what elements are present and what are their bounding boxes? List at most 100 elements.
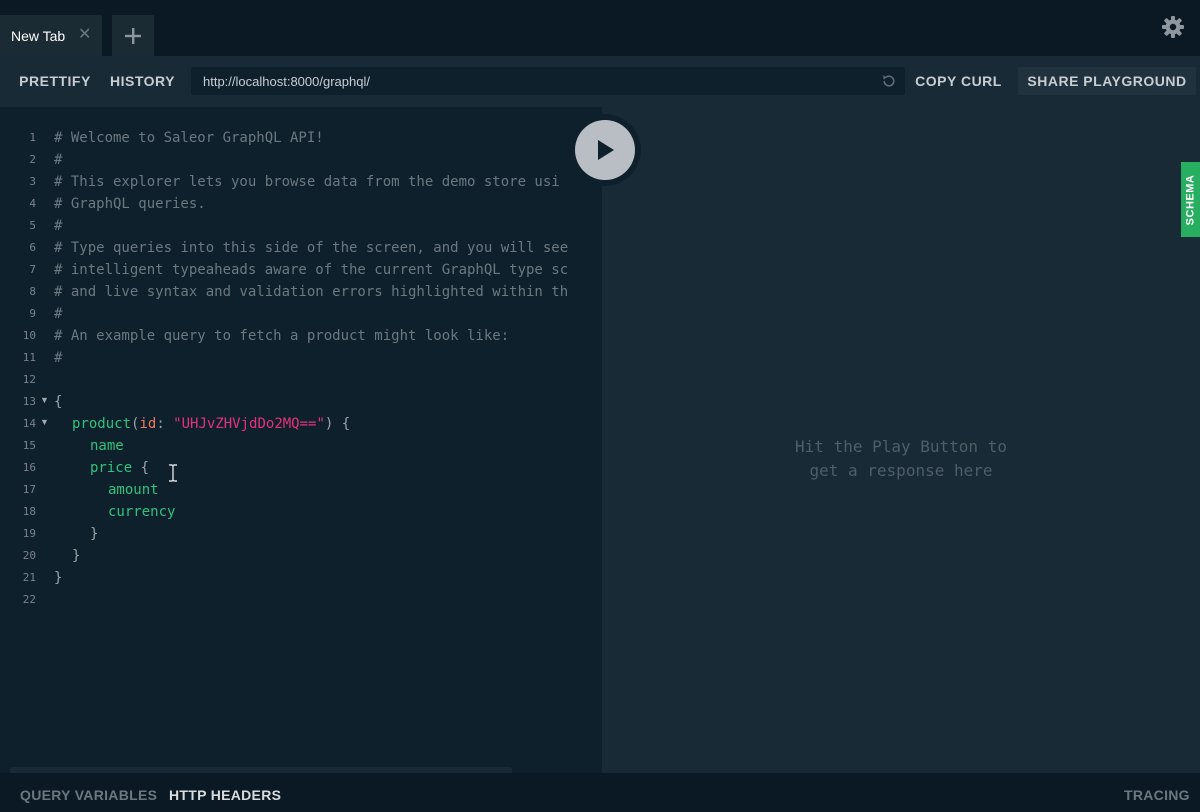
editor-line: 13 ▼ { (0, 391, 602, 413)
argument-name: id (139, 416, 157, 432)
editor-line: 14 ▼ product(id: "UHJvZHVjdDo2MQ==") { (0, 413, 602, 435)
line-number: 20 (22, 549, 36, 562)
query-variables-tab[interactable]: QUERY VARIABLES (20, 787, 157, 803)
code-segment: product(id: "UHJvZHVjdDo2MQ==") { (72, 413, 350, 435)
field-currency: currency (108, 504, 176, 520)
line-number: 4 (29, 197, 36, 210)
result-placeholder: Hit the Play Button to get a response he… (602, 435, 1200, 483)
line-number: 10 (22, 329, 36, 342)
bottom-bar: QUERY VARIABLES HTTP HEADERS TRACING (0, 767, 1200, 812)
line-number: 8 (29, 285, 36, 298)
line-number: 1 (29, 131, 36, 144)
field-product: product (72, 416, 132, 432)
line-number: 13 (22, 395, 36, 408)
bottom-panel-edge (10, 767, 512, 773)
editor-line: 7 # intelligent typeaheads aware of the … (0, 259, 602, 281)
line-number: 12 (22, 373, 36, 386)
editor-line: 9 # (0, 303, 602, 325)
editor-line: 5 # (0, 215, 602, 237)
tab-new-tab[interactable]: New Tab ✕ (0, 15, 102, 56)
line-number: 5 (29, 219, 36, 232)
fold-arrow-icon[interactable]: ▼ (40, 395, 49, 405)
line-number: 18 (22, 505, 36, 518)
editor-line: 11 # (0, 347, 602, 369)
field-amount: amount (108, 482, 159, 498)
editor-line: 22 (0, 589, 602, 611)
editor-line: 8 # and live syntax and validation error… (0, 281, 602, 303)
paren-brace: ) { (324, 416, 351, 432)
comment-text: # An example query to fetch a product mi… (54, 328, 510, 344)
endpoint-url-input[interactable] (191, 67, 871, 95)
result-pane: Hit the Play Button to get a response he… (602, 107, 1200, 773)
line-number: 7 (29, 263, 36, 276)
play-button[interactable] (575, 120, 635, 180)
comment-text: # intelligent typeaheads aware of the cu… (54, 262, 569, 278)
editor-line: 21 } (0, 567, 602, 589)
comment-text: # (54, 350, 63, 366)
line-number: 16 (22, 461, 36, 474)
comment-text: # This explorer lets you browse data fro… (54, 174, 560, 190)
result-hint-line: Hit the Play Button to (795, 437, 1007, 456)
line-number: 21 (22, 571, 36, 584)
tracing-tab[interactable]: TRACING (1124, 787, 1190, 803)
brace: } (90, 526, 99, 542)
line-number: 9 (29, 307, 36, 320)
editor-line: 6 # Type queries into this side of the s… (0, 237, 602, 259)
brace: } (54, 570, 63, 586)
prettify-button[interactable]: PRETTIFY (10, 67, 100, 95)
plus-icon (125, 27, 141, 44)
editor-line: 1 # Welcome to Saleor GraphQL API! (0, 127, 602, 149)
line-number: 15 (22, 439, 36, 452)
line-number: 19 (22, 527, 36, 540)
line-number: 14 (22, 417, 36, 430)
endpoint-bar (191, 67, 905, 95)
brace: { (54, 394, 63, 410)
editor-line: 10 # An example query to fetch a product… (0, 325, 602, 347)
query-editor[interactable]: 1 # Welcome to Saleor GraphQL API! 2 # 3… (0, 107, 602, 773)
editor-line: 16 price { (0, 457, 602, 479)
editor-line: 3 # This explorer lets you browse data f… (0, 171, 602, 193)
brace: } (72, 548, 81, 564)
argument-value: "UHJvZHVjdDo2MQ==" (173, 416, 325, 432)
editor-line: 18 currency (0, 501, 602, 523)
colon: : (156, 416, 174, 432)
line-number: 11 (22, 351, 36, 364)
play-button-ring (569, 114, 641, 186)
http-headers-tab[interactable]: HTTP HEADERS (169, 787, 281, 803)
history-button[interactable]: HISTORY (101, 67, 184, 95)
editor-line: 2 # (0, 149, 602, 171)
gear-icon[interactable] (1161, 15, 1185, 39)
tab-bar: New Tab ✕ (0, 0, 1200, 56)
comment-text: # Welcome to Saleor GraphQL API! (54, 130, 324, 146)
brace: { (132, 460, 150, 476)
comment-text: # and live syntax and validation errors … (54, 284, 569, 300)
result-hint-line: get a response here (809, 461, 993, 480)
comment-text: # GraphQL queries. (54, 196, 206, 212)
tab-label: New Tab (11, 27, 66, 44)
field-name: name (90, 438, 124, 454)
comment-text: # (54, 152, 63, 168)
editor-line: 15 name (0, 435, 602, 457)
schema-tab-label: SCHEMA (1184, 174, 1197, 225)
close-icon[interactable]: ✕ (78, 27, 91, 43)
reload-icon[interactable] (881, 73, 897, 89)
schema-tab[interactable]: SCHEMA (1181, 162, 1200, 237)
comment-text: # Type queries into this side of the scr… (54, 240, 569, 256)
editor-line: 19 } (0, 523, 602, 545)
field-price: price (90, 460, 133, 476)
line-number: 2 (29, 153, 36, 166)
add-tab-button[interactable] (112, 15, 154, 56)
text-cursor-icon (169, 464, 177, 482)
editor-line: 12 (0, 369, 602, 391)
editor-line: 17 amount (0, 479, 602, 501)
share-playground-button[interactable]: SHARE PLAYGROUND (1018, 67, 1196, 95)
editor-line: 4 # GraphQL queries. (0, 193, 602, 215)
play-icon (598, 140, 614, 160)
line-number: 17 (22, 483, 36, 496)
line-number: 3 (29, 175, 36, 188)
copy-curl-button[interactable]: COPY CURL (906, 67, 1011, 95)
comment-text: # (54, 306, 63, 322)
comment-text: # (54, 218, 63, 234)
line-number: 22 (22, 593, 36, 606)
fold-arrow-icon[interactable]: ▼ (40, 417, 49, 427)
